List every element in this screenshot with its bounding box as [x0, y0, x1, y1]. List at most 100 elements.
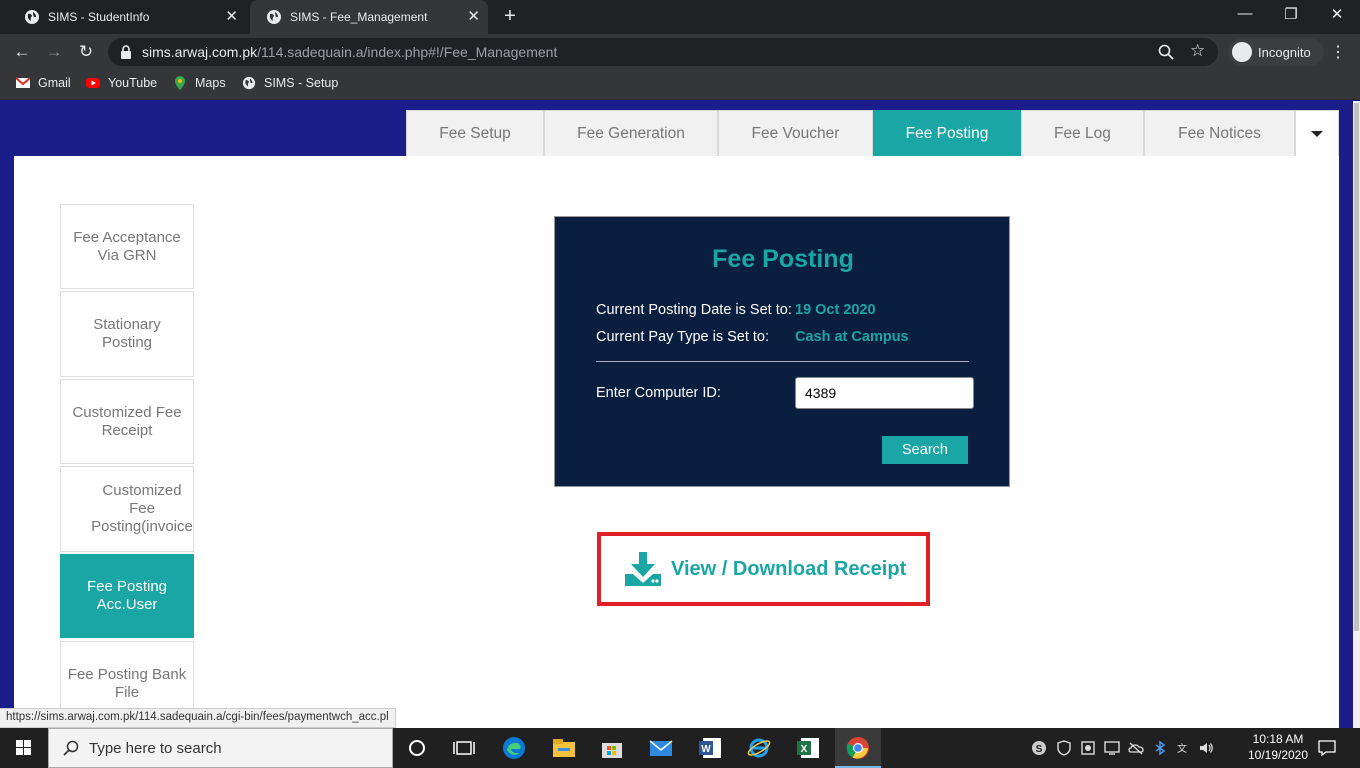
close-tab-icon[interactable]: ✕	[467, 9, 480, 25]
address-bar[interactable]: sims.arwaj.com.pk/114.sadequain.a/index.…	[108, 38, 1218, 66]
reload-icon[interactable]: ↻	[75, 42, 97, 62]
download-icon	[625, 552, 661, 586]
zoom-icon[interactable]	[1158, 44, 1174, 60]
page-viewport: Fee Setup Fee Generation Fee Voucher Fee…	[0, 101, 1353, 728]
bookmark-gmail[interactable]: Gmail	[16, 76, 71, 90]
sidebar-item-customized-fee-receipt[interactable]: Customized Fee Receipt	[60, 379, 194, 464]
posting-date-label: Current Posting Date is Set to:	[596, 302, 792, 318]
excel-icon[interactable]: X	[795, 736, 821, 760]
bookmark-star-icon[interactable]: ☆	[1190, 41, 1205, 61]
store-icon[interactable]	[599, 736, 625, 760]
tab-fee-generation[interactable]: Fee Generation	[544, 110, 718, 156]
minimize-button[interactable]: —	[1230, 5, 1260, 22]
browser-tab-studentinfo[interactable]: SIMS - StudentInfo ✕	[8, 0, 246, 34]
taskbar-clock[interactable]: 10:18 AM 10/19/2020	[1244, 731, 1312, 763]
bookmarks-bar: Gmail YouTube Maps SIMS - Setup	[0, 70, 1360, 100]
scrollbar-thumb[interactable]	[1354, 103, 1359, 631]
sidebar-item-stationary-posting[interactable]: Stationary Posting	[60, 291, 194, 377]
clock-date: 10/19/2020	[1247, 748, 1309, 762]
defender-icon[interactable]	[1056, 740, 1072, 756]
tab-fee-log[interactable]: Fee Log	[1021, 110, 1144, 156]
forward-arrow-icon[interactable]: →	[43, 42, 65, 62]
computer-id-input[interactable]	[795, 377, 974, 409]
taskbar-search-placeholder: Type here to search	[89, 739, 222, 757]
new-tab-button[interactable]: +	[500, 5, 520, 28]
close-tab-icon[interactable]: ✕	[225, 9, 238, 25]
incognito-icon	[1232, 42, 1252, 62]
pay-type-value: Cash at Campus	[795, 329, 909, 345]
youtube-icon	[86, 78, 100, 88]
tab-fee-posting[interactable]: Fee Posting	[873, 110, 1021, 156]
computer-id-label: Enter Computer ID:	[596, 385, 721, 401]
network-monitor-icon[interactable]	[1080, 740, 1096, 756]
posting-date-value: 19 Oct 2020	[795, 302, 876, 318]
search-icon	[63, 740, 79, 756]
volume-icon[interactable]	[1198, 740, 1214, 756]
lock-icon	[121, 45, 131, 59]
view-download-receipt-button[interactable]: View / Download Receipt	[597, 532, 930, 606]
incognito-badge[interactable]: Incognito	[1228, 38, 1324, 66]
windows-start-icon[interactable]	[8, 738, 40, 758]
language-icon[interactable]: 文	[1174, 740, 1190, 756]
svg-text:X: X	[801, 744, 808, 755]
taskbar-search-box[interactable]: Type here to search	[48, 728, 393, 768]
windows-taskbar: Type here to search W X S 文 10:18 AM 10/…	[0, 728, 1360, 768]
gmail-icon	[16, 77, 30, 88]
receipt-label: View / Download Receipt	[671, 557, 907, 580]
bookmark-youtube[interactable]: YouTube	[86, 76, 157, 90]
bookmark-label: Gmail	[38, 76, 71, 90]
skype-icon[interactable]: S	[1031, 740, 1047, 756]
onedrive-offline-icon[interactable]	[1128, 740, 1144, 756]
panel-divider	[596, 361, 969, 362]
bookmark-maps[interactable]: Maps	[173, 76, 226, 90]
tab-fee-notices[interactable]: Fee Notices	[1144, 110, 1295, 156]
bookmark-sims-setup[interactable]: SIMS - Setup	[242, 76, 338, 90]
svg-text:W: W	[701, 744, 711, 755]
incognito-label: Incognito	[1258, 44, 1311, 60]
browser-tab-title: SIMS - Fee_Management	[290, 10, 428, 24]
cortana-icon[interactable]	[404, 736, 430, 760]
bluetooth-icon[interactable]	[1152, 740, 1168, 756]
browser-tab-fee-management[interactable]: SIMS - Fee_Management ✕	[250, 0, 488, 34]
chrome-icon[interactable]	[845, 736, 871, 760]
content-area: Fee Acceptance Via GRN Stationary Postin…	[14, 156, 1339, 728]
status-link-preview: https://sims.arwaj.com.pk/114.sadequain.…	[0, 708, 396, 728]
pay-type-label: Current Pay Type is Set to:	[596, 329, 770, 345]
bookmark-label: YouTube	[108, 76, 158, 90]
notifications-icon[interactable]	[1318, 740, 1336, 756]
task-view-icon[interactable]	[451, 736, 477, 760]
display-icon[interactable]	[1104, 740, 1120, 756]
globe-icon	[25, 10, 39, 24]
close-window-button[interactable]: ✕	[1322, 5, 1352, 23]
tab-fee-setup[interactable]: Fee Setup	[406, 110, 544, 156]
search-button[interactable]: Search	[882, 436, 968, 464]
restore-button[interactable]: ❐	[1276, 5, 1306, 23]
sidebar-item-fee-acceptance-grn[interactable]: Fee Acceptance Via GRN	[60, 204, 194, 289]
file-explorer-icon[interactable]	[551, 736, 577, 760]
browser-menu-icon[interactable]: ⋮	[1330, 42, 1346, 62]
bookmark-label: Maps	[195, 76, 226, 90]
sidebar-item-fee-posting-acc-user[interactable]: Fee Posting Acc.User	[60, 554, 194, 638]
fee-top-nav: Fee Setup Fee Generation Fee Voucher Fee…	[406, 110, 1339, 156]
caret-down-icon	[1311, 130, 1323, 137]
svg-text:文: 文	[1177, 742, 1187, 755]
bookmark-label: SIMS - Setup	[264, 76, 339, 90]
globe-icon	[242, 76, 256, 90]
word-icon[interactable]: W	[697, 736, 723, 760]
back-arrow-icon[interactable]: ←	[11, 42, 33, 62]
url-path: /114.sadequain.a/index.php#!/Fee_Managem…	[257, 44, 558, 60]
url-text: sims.arwaj.com.pk/114.sadequain.a/index.…	[142, 44, 557, 60]
sidebar-item-customized-fee-posting[interactable]: Customized Fee Posting(invoice	[60, 466, 194, 552]
tab-fee-voucher[interactable]: Fee Voucher	[718, 110, 873, 156]
internet-explorer-icon[interactable]	[746, 736, 772, 760]
clock-time: 10:18 AM	[1252, 732, 1304, 746]
globe-icon	[267, 10, 281, 24]
fee-posting-panel: Fee Posting Current Posting Date is Set …	[554, 216, 1010, 487]
edge-icon[interactable]	[501, 736, 527, 760]
browser-toolbar: ← → ↻ sims.arwaj.com.pk/114.sadequain.a/…	[0, 34, 1360, 70]
mail-icon[interactable]	[648, 736, 674, 760]
browser-tab-strip: SIMS - StudentInfo ✕ SIMS - Fee_Manageme…	[0, 0, 1360, 34]
browser-tab-title: SIMS - StudentInfo	[48, 10, 150, 24]
panel-title: Fee Posting	[712, 245, 854, 273]
more-tabs-dropdown[interactable]	[1295, 110, 1339, 156]
